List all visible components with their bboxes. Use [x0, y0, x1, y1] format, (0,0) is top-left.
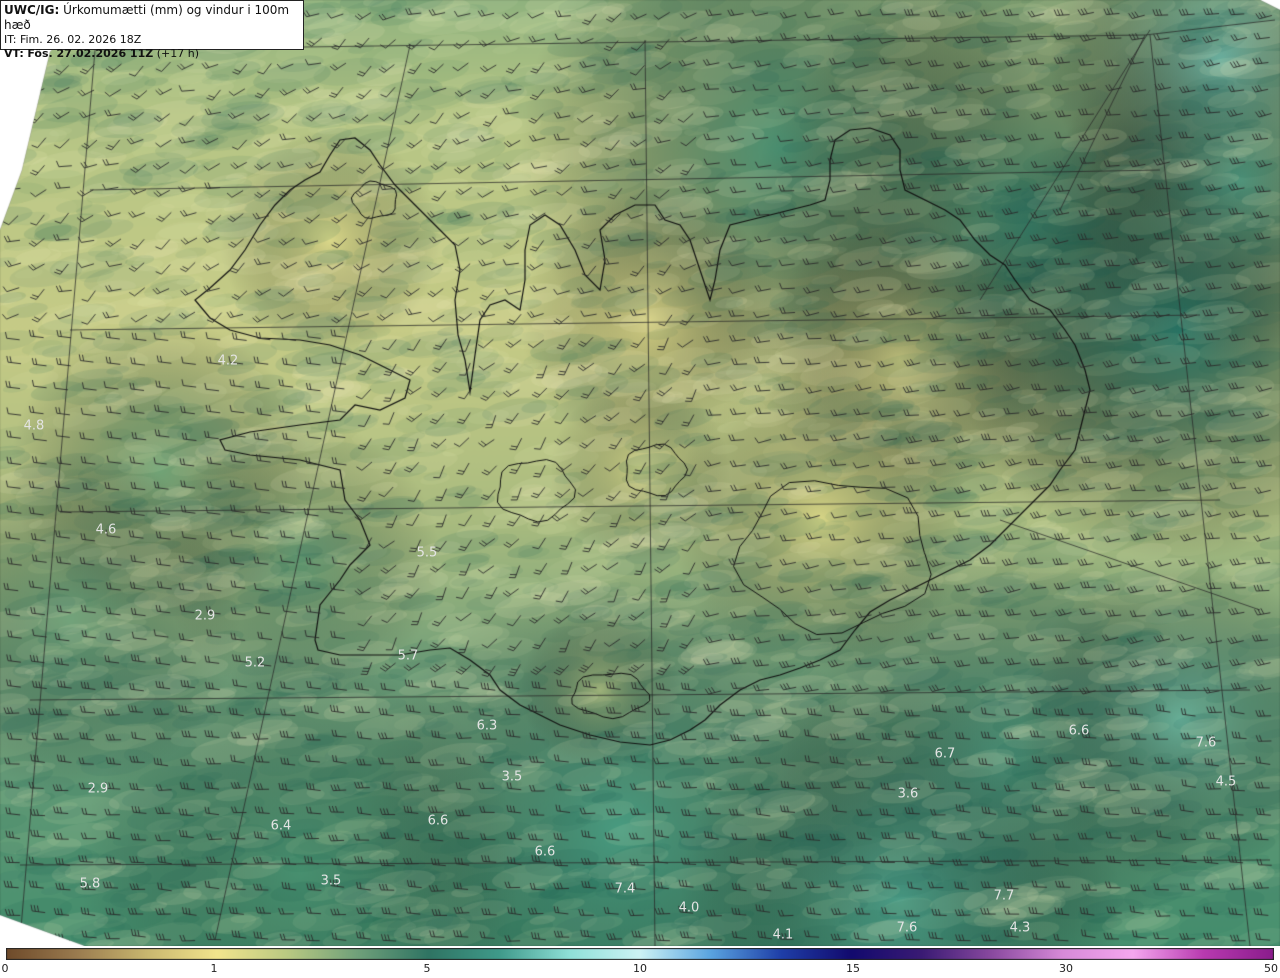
map-value-label: 7.4 — [614, 881, 636, 897]
map-value-label: 3.5 — [501, 769, 523, 785]
map-value-label: 5.7 — [397, 648, 419, 664]
map-value-label: 3.5 — [320, 873, 342, 889]
colorbar-tick: 50 — [1264, 962, 1278, 975]
map-value-label: 6.6 — [1068, 723, 1090, 739]
colorbar-tick: 10 — [633, 962, 647, 975]
map-value-label: 6.4 — [270, 818, 292, 834]
map-value-label: 3.6 — [897, 786, 919, 802]
map-value-label: 7.6 — [896, 920, 918, 936]
colorbar-ticks: 0 1 5 10 15 30 50 — [0, 960, 1280, 978]
map-value-label: 4.1 — [772, 927, 794, 943]
map-value-label: 5.5 — [416, 545, 438, 561]
colorbar-tick: 0 — [1, 962, 9, 975]
map-value-label: 7.7 — [993, 888, 1015, 904]
map-value-label: 4.8 — [23, 418, 45, 434]
map-value-label: 6.7 — [934, 746, 956, 762]
colorbar-tick: 1 — [210, 962, 218, 975]
colorbar-tick: 5 — [423, 962, 431, 975]
valid-time: Fös. 27.02.2026 11Z — [27, 47, 154, 60]
map-value-label: 7.6 — [1195, 735, 1217, 751]
colorbar-tick: 30 — [1059, 962, 1073, 975]
product-label: UWC/IG: — [4, 3, 60, 17]
map-value-label: 5.2 — [244, 655, 266, 671]
map-value-label: 2.9 — [87, 781, 109, 797]
map-value-label: 4.0 — [678, 900, 700, 916]
colorbar-tick: 15 — [846, 962, 860, 975]
map-value-label: 6.6 — [427, 813, 449, 829]
map-value-label: 4.2 — [217, 353, 239, 369]
map-header: UWC/IG: Úrkomumætti (mm) og vindur i 100… — [0, 0, 304, 60]
forecast-map — [0, 0, 1280, 946]
map-value-label: 6.3 — [476, 718, 498, 734]
map-value-label: 5.8 — [79, 876, 101, 892]
valid-label: VT: — [4, 47, 24, 60]
map-value-label: 4.3 — [1009, 920, 1031, 936]
init-time: IT: Fim. 26. 02. 2026 18Z — [4, 33, 142, 46]
colorbar — [6, 948, 1274, 960]
map-value-label: 4.6 — [95, 522, 117, 538]
map-value-label: 4.5 — [1215, 774, 1237, 790]
map-value-label: 2.9 — [194, 608, 216, 624]
map-value-label: 6.6 — [534, 844, 556, 860]
lead-time: (+17 h) — [156, 47, 199, 60]
